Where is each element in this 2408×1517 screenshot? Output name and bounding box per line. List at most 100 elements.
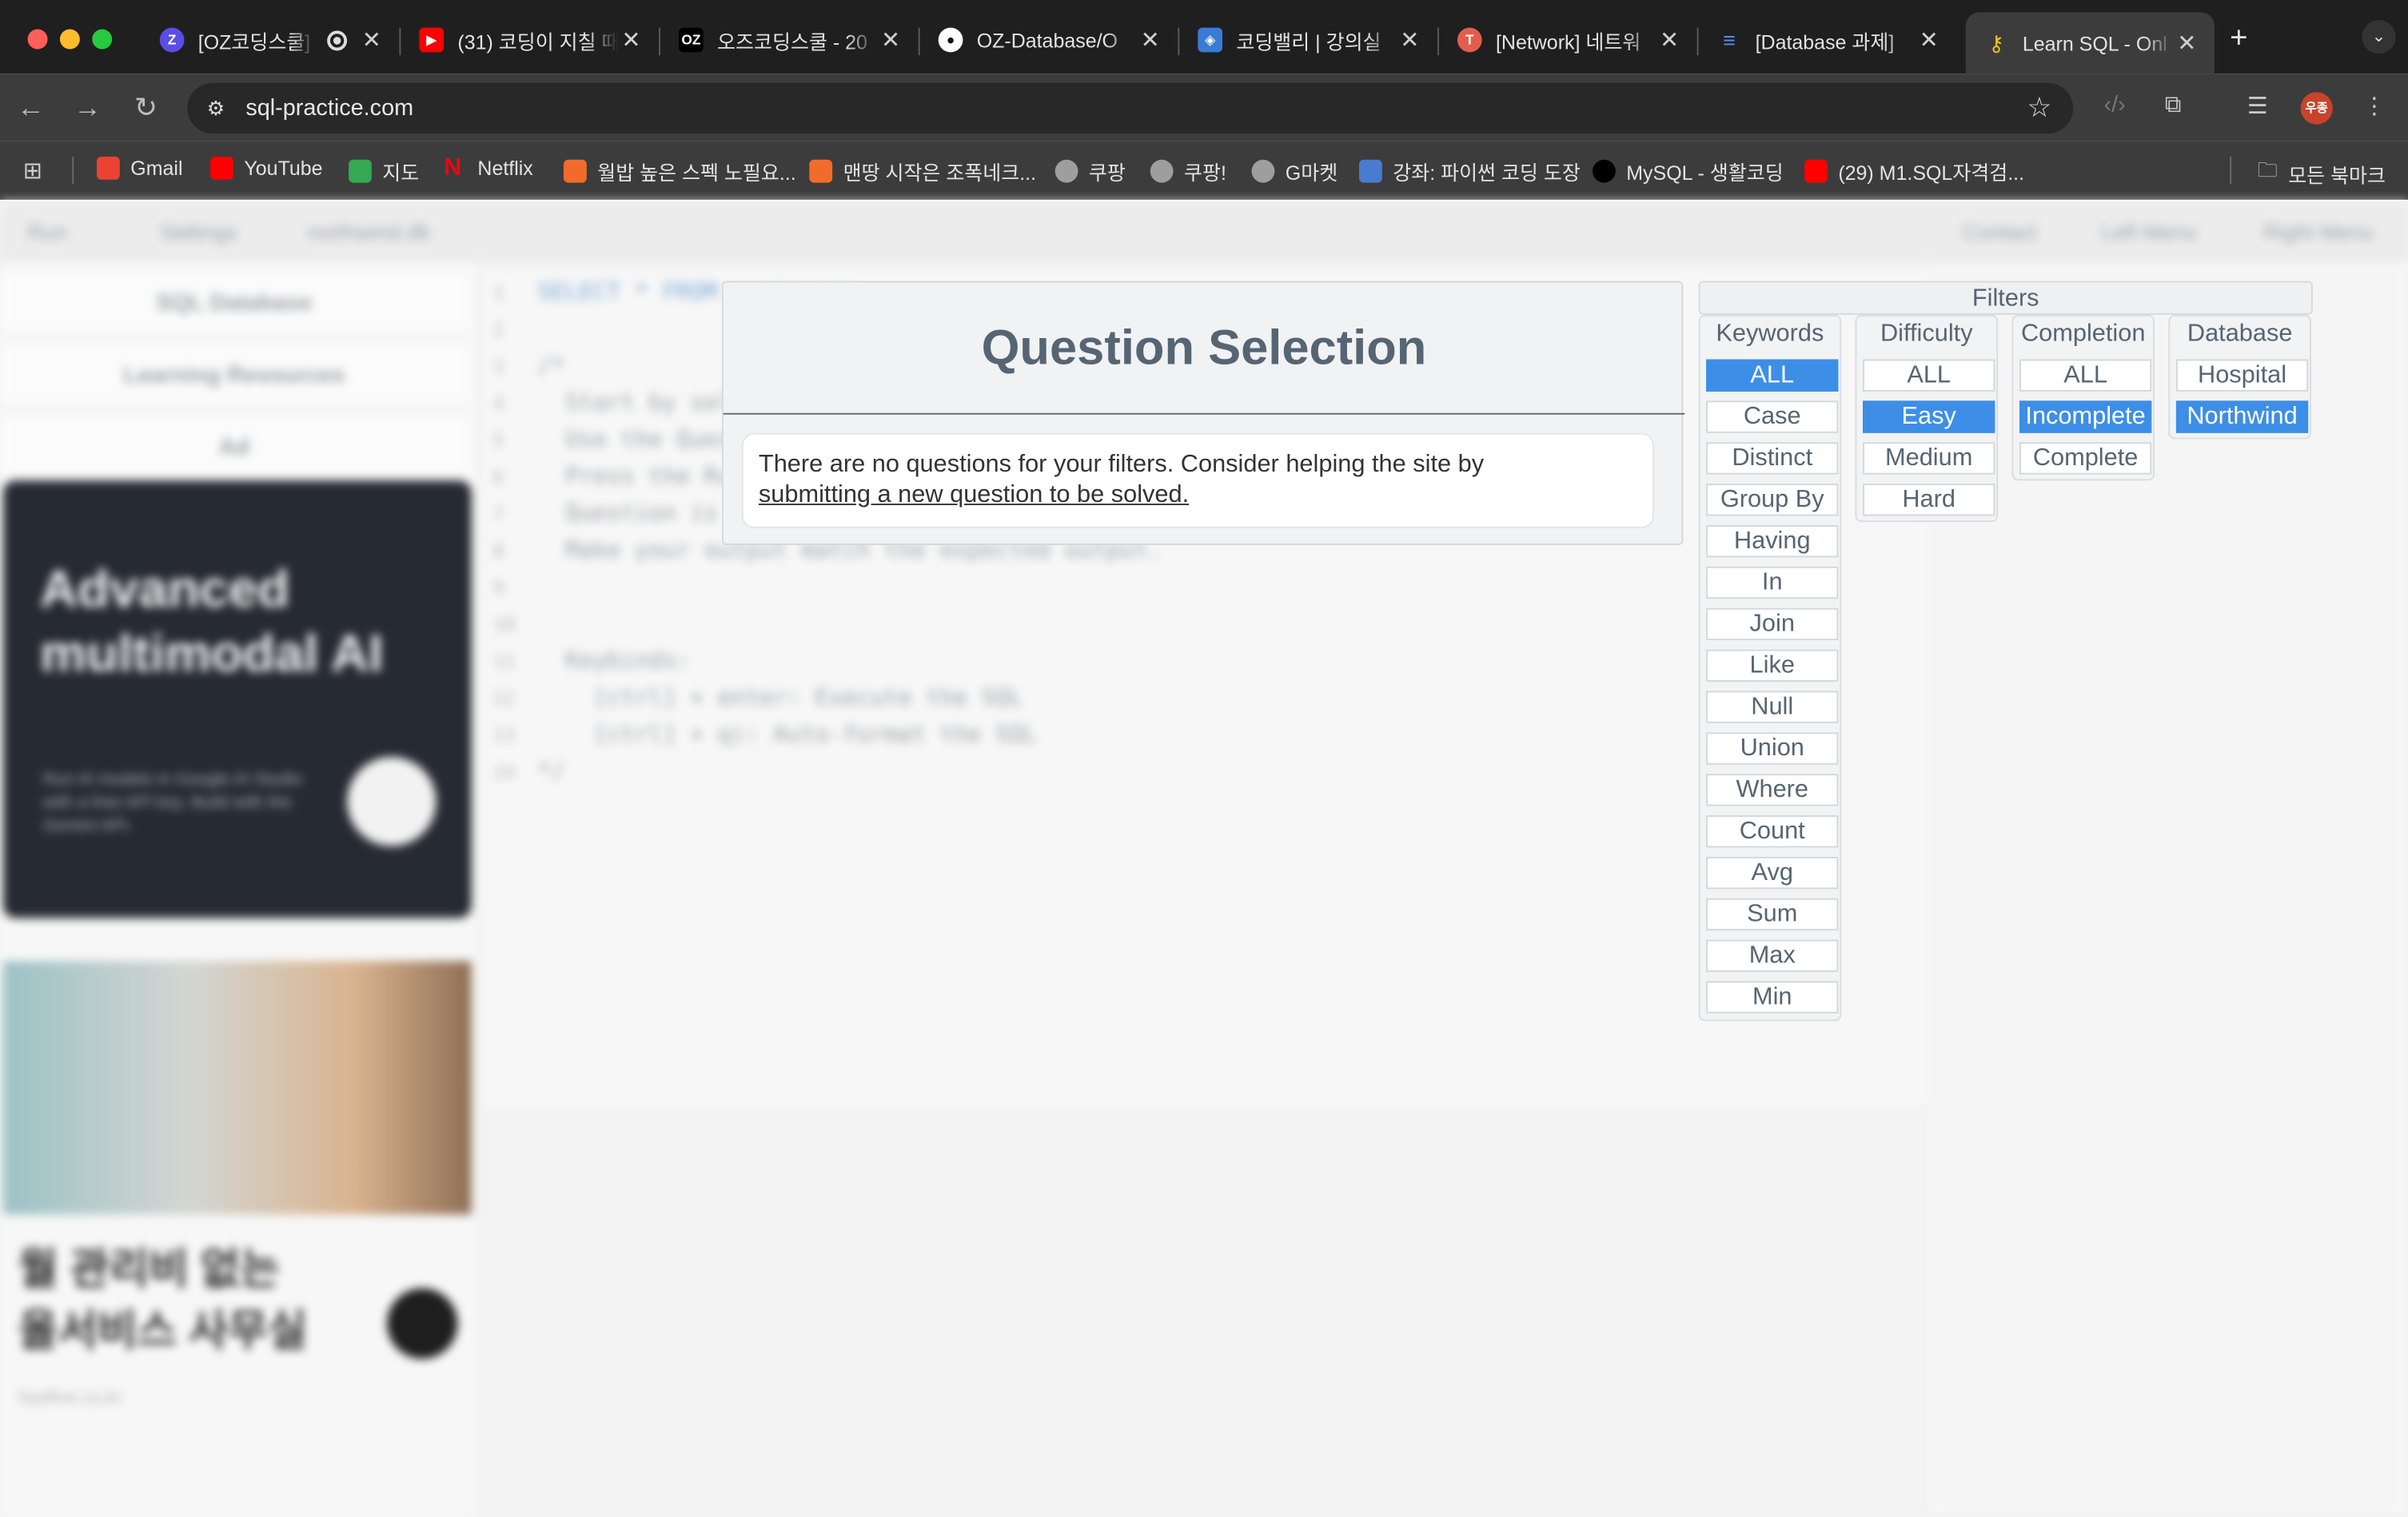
difficulty-option-all[interactable]: ALL — [1863, 359, 1995, 392]
youtube-icon: ▶ — [419, 27, 445, 53]
left-sidebar: SQL Database Learning Resources Ad Advan… — [0, 262, 476, 1517]
media-controls-icon[interactable]: ☰ — [2241, 92, 2274, 120]
keyword-option-max[interactable]: Max — [1706, 939, 1839, 973]
difficulty-header: Difficulty — [1880, 321, 1973, 348]
browser-tab[interactable]: ● OZ-Database/O ✕ — [920, 12, 1178, 67]
ad2-headline: 월 관리비 없는 올서비스 사무실 — [18, 1244, 308, 1355]
close-tab-icon[interactable]: ✕ — [1397, 26, 1422, 54]
keyword-option-sum[interactable]: Sum — [1706, 898, 1839, 931]
browser-tab[interactable]: ◈ 코딩밸리 | 강의실 ✕ — [1179, 12, 1437, 67]
address-bar[interactable]: ⚙ sql-practice.com ☆ — [187, 82, 2074, 134]
message-text: There are no questions for your filters.… — [758, 451, 1485, 478]
bookmark-netflix[interactable]: N Netflix — [444, 156, 533, 181]
minimize-window-button[interactable] — [59, 29, 80, 50]
difficulty-option-medium[interactable]: Medium — [1863, 442, 1995, 475]
url-text[interactable]: sql-practice.com — [245, 95, 413, 121]
keyword-option-union[interactable]: Union — [1706, 732, 1839, 765]
back-arrow-icon[interactable]: ← — [12, 89, 49, 125]
tab-title: OZ-Database/O — [976, 28, 1118, 52]
browser-tab[interactable]: ≡ [Database 과제] ✕ — [1699, 12, 1957, 67]
close-window-button[interactable] — [27, 29, 48, 50]
question-selection-title: Question Selection — [981, 319, 1427, 375]
difficulty-option-hard[interactable]: Hard — [1863, 484, 1995, 516]
browser-tab[interactable]: T [Network] 네트워 ✕ — [1439, 12, 1697, 67]
bookmark-favicon-icon — [1592, 159, 1616, 183]
database-option-hospital[interactable]: Hospital — [2175, 359, 2309, 392]
keyword-option-all[interactable]: ALL — [1706, 359, 1839, 392]
submit-question-link[interactable]: submitting a new question to be solved. — [759, 482, 1189, 508]
profile-avatar[interactable]: 우종 — [2300, 92, 2333, 125]
completion-option-incomplete[interactable]: Incomplete — [2019, 400, 2152, 433]
github-icon: ● — [938, 27, 963, 53]
bookmark-coupang-2[interactable]: 쿠팡! — [1150, 157, 1226, 185]
forward-arrow-icon[interactable]: → — [69, 89, 106, 125]
browser-tab-active[interactable]: ⚷ Learn SQL - Onl ✕ — [1965, 12, 2215, 74]
keyword-option-distinct[interactable]: Distinct — [1706, 442, 1839, 475]
keyword-option-count[interactable]: Count — [1706, 815, 1839, 848]
maps-icon — [349, 159, 372, 183]
keyword-option-group-by[interactable]: Group By — [1706, 484, 1839, 516]
browser-tab[interactable]: Z [OZ코딩스쿨] ✕ — [142, 12, 400, 67]
bookmark-star-icon[interactable]: ☆ — [2027, 92, 2051, 124]
globe-icon — [1251, 159, 1275, 183]
bookmark-youtube[interactable]: YouTube — [210, 156, 323, 180]
close-tab-icon[interactable]: ✕ — [619, 26, 644, 54]
browser-tab[interactable]: ▶ (31) 코딩이 지칠 때 ✕ — [401, 12, 659, 67]
bookmark-divider — [72, 156, 74, 185]
no-questions-message: There are no questions for your filters.… — [741, 432, 1654, 528]
ad-banner: Advanced multimodal AI Run AI models in G… — [2, 480, 472, 918]
extensions-icon[interactable]: ⧉ — [2156, 92, 2190, 118]
bookmark-favicon-icon — [809, 159, 833, 183]
keyword-option-case[interactable]: Case — [1706, 400, 1839, 433]
bookmark-maps[interactable]: 지도 — [349, 157, 419, 185]
bookmark-mysql[interactable]: MySQL - 생활코딩 — [1592, 157, 1784, 185]
keyword-option-null[interactable]: Null — [1706, 691, 1839, 723]
bookmark-python-dojang[interactable]: 강좌: 파이썬 코딩 도장 — [1359, 157, 1581, 185]
browser-toolbar: ← → ↻ ⚙ sql-practice.com ☆ ‹/› ⧉ ☰ 우종 ⋮ — [0, 74, 2408, 141]
apps-grid-icon[interactable]: ⊞ — [23, 157, 42, 185]
completion-option-all[interactable]: ALL — [2019, 359, 2152, 392]
codingvalley-icon: ◈ — [1198, 27, 1223, 53]
new-tab-button[interactable]: + — [2230, 22, 2247, 57]
tab-search-icon[interactable]: ⌄ — [2362, 19, 2396, 54]
close-tab-icon[interactable]: ✕ — [2175, 29, 2199, 57]
database-filter-column: Database Hospital Northwind — [2168, 314, 2311, 440]
close-tab-icon[interactable]: ✕ — [1657, 26, 1682, 54]
filters-header: Filters — [1698, 281, 2313, 315]
tab-title: [OZ코딩스쿨] — [197, 30, 311, 54]
close-tab-icon[interactable]: ✕ — [879, 26, 903, 54]
bookmark-youtube-sql[interactable]: (29) M1.SQL자격검... — [1804, 157, 2024, 185]
keyword-option-min[interactable]: Min — [1706, 981, 1839, 1013]
site-info-icon[interactable]: ⚙ — [203, 95, 229, 121]
close-tab-icon[interactable]: ✕ — [1916, 26, 1941, 54]
difficulty-filter-column: Difficulty ALL Easy Medium Hard — [1855, 314, 1999, 523]
keyword-option-having[interactable]: Having — [1706, 524, 1839, 558]
reload-icon[interactable]: ↻ — [127, 89, 164, 125]
keyword-option-in[interactable]: In — [1706, 566, 1839, 599]
maximize-window-button[interactable] — [92, 29, 113, 50]
database-option-northwind[interactable]: Northwind — [2175, 400, 2309, 433]
keyword-option-avg[interactable]: Avg — [1706, 856, 1839, 890]
bookmark-gmarket[interactable]: G마켓 — [1251, 157, 1338, 185]
browser-menu-icon[interactable]: ⋮ — [2358, 92, 2391, 120]
ad-arrow-icon — [347, 757, 437, 846]
close-tab-icon[interactable]: ✕ — [1138, 26, 1162, 54]
browser-tab[interactable]: OZ 오즈코딩스쿨 - 20 ✕ — [660, 12, 919, 67]
bookmark-coupang[interactable]: 쿠팡 — [1054, 157, 1126, 185]
all-bookmarks-button[interactable]: 🗀 모든 북마크 — [2258, 157, 2386, 190]
bookmark-item[interactable]: 월밥 높은 스펙 노필요... — [563, 157, 796, 185]
completion-option-complete[interactable]: Complete — [2019, 442, 2152, 475]
ad2-footer: fastfive.co.kr — [18, 1386, 122, 1408]
difficulty-option-easy[interactable]: Easy — [1863, 400, 1995, 433]
code-icon[interactable]: ‹/› — [2098, 92, 2131, 118]
keyword-option-join[interactable]: Join — [1706, 607, 1839, 641]
bookmark-gmail[interactable]: Gmail — [97, 156, 182, 180]
left-menu-toggle: Left Menu — [2100, 219, 2197, 245]
close-tab-icon[interactable]: ✕ — [359, 26, 384, 54]
bookmark-favicon-icon — [1359, 159, 1382, 183]
keyword-option-where[interactable]: Where — [1706, 774, 1839, 806]
tab-strip: Z [OZ코딩스쿨] ✕ ▶ (31) 코딩이 지칠 때 ✕ OZ 오즈코딩스쿨… — [0, 0, 2408, 74]
bookmark-item[interactable]: 맨땅 시작은 조폭네크... — [809, 157, 1036, 185]
keyword-option-like[interactable]: Like — [1706, 649, 1839, 682]
tab-title: 코딩밸리 | 강의실 — [1236, 30, 1381, 54]
